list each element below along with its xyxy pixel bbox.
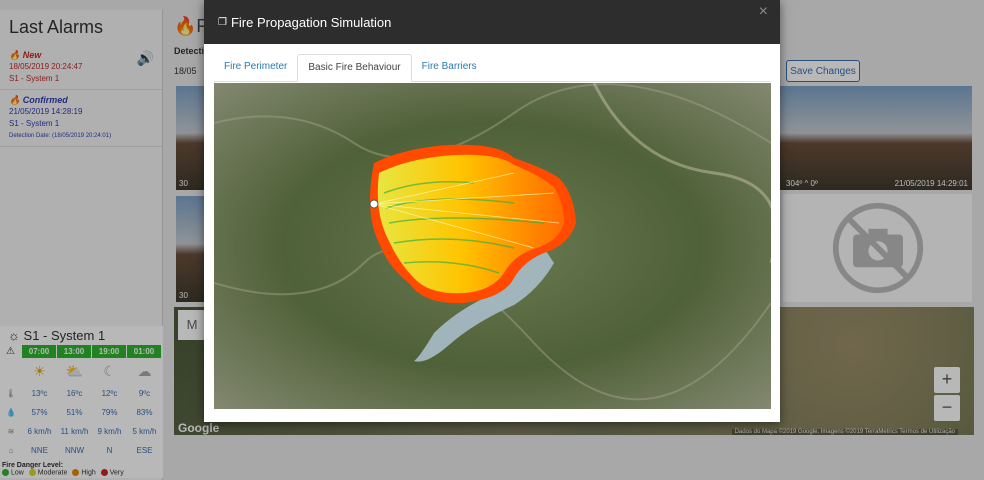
fire-simulation-map[interactable]	[214, 83, 771, 409]
ignition-point-icon[interactable]	[369, 199, 379, 209]
tab-basic-fire-behaviour[interactable]: Basic Fire Behaviour	[297, 54, 412, 82]
modal-tabs: Fire Perimeter Basic Fire Behaviour Fire…	[214, 54, 770, 82]
modal-title: Fire Propagation Simulation	[230, 14, 392, 30]
close-icon[interactable]: ×	[759, 3, 768, 21]
tab-fire-perimeter[interactable]: Fire Perimeter	[214, 54, 297, 81]
modal-header: ❐ Fire Propagation Simulation ×	[204, 0, 780, 44]
fire-simulation-modal: ❐ Fire Propagation Simulation × Fire Per…	[204, 0, 780, 422]
simulation-map-svg	[214, 83, 771, 409]
tab-fire-barriers[interactable]: Fire Barriers	[412, 54, 487, 81]
window-icon: ❐	[218, 16, 227, 28]
